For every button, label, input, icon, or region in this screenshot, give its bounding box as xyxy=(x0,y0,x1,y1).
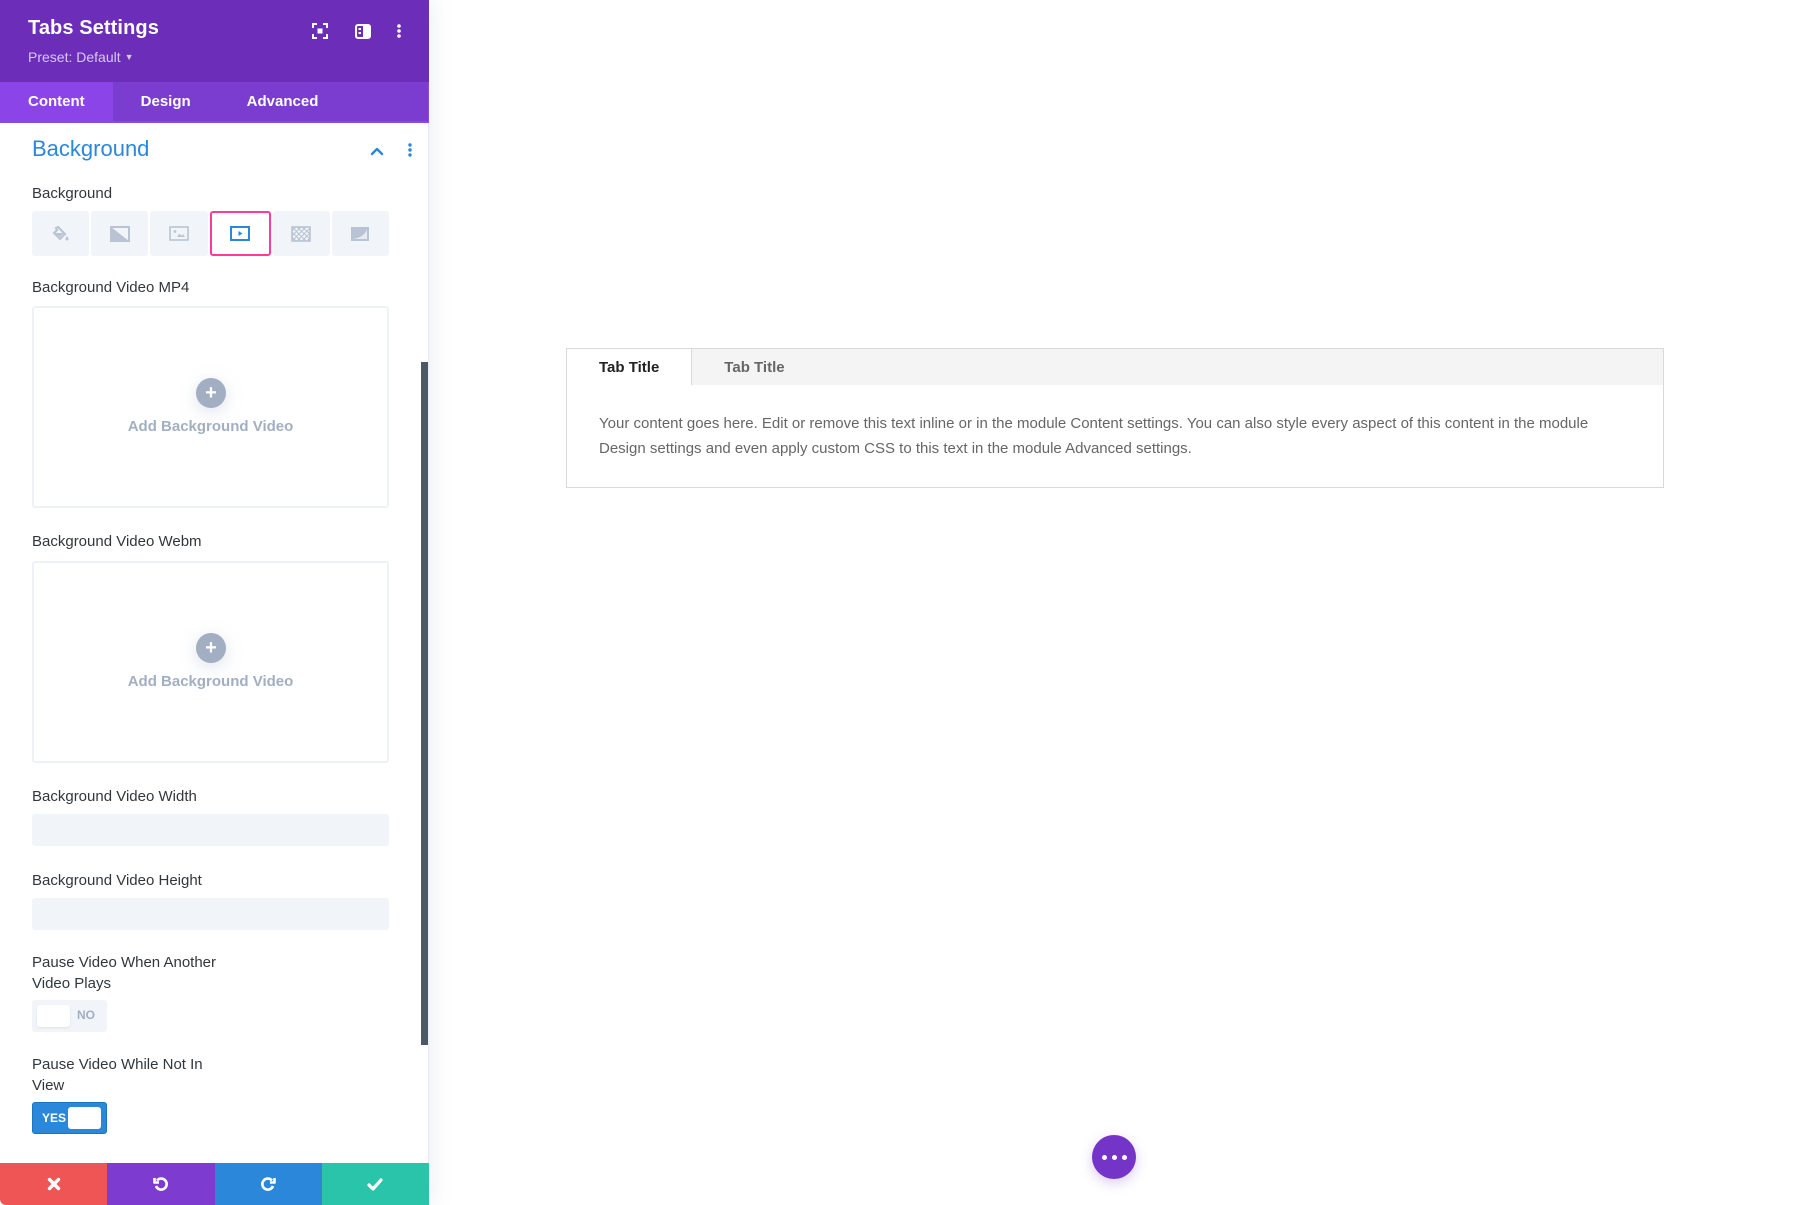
dot xyxy=(1121,1154,1127,1160)
pattern-icon xyxy=(291,225,312,242)
background-section-header[interactable]: Background xyxy=(32,136,412,166)
undo-button[interactable] xyxy=(107,1163,215,1205)
check-icon xyxy=(367,1177,383,1191)
undo-icon xyxy=(153,1177,168,1191)
pause-not-in-view-label-line2: View xyxy=(32,1077,65,1094)
bg-type-pattern[interactable] xyxy=(272,211,330,256)
image-icon xyxy=(169,226,189,241)
toggle-state: NO xyxy=(77,1008,95,1022)
bg-type-color[interactable] xyxy=(32,211,90,256)
video-icon xyxy=(230,226,251,241)
video-mp4-label: Background Video MP4 xyxy=(32,279,190,296)
paint-bucket-icon xyxy=(52,225,69,240)
toggle-state: YES xyxy=(42,1111,67,1125)
action-bar xyxy=(0,1163,429,1205)
tab-advanced[interactable]: Advanced xyxy=(219,82,347,121)
more-options-icon[interactable] xyxy=(388,20,410,42)
pause-other-label-line1: Pause Video When Another xyxy=(32,954,217,971)
add-video-mp4-label: Add Background Video xyxy=(127,418,294,435)
video-height-input[interactable] xyxy=(32,898,389,930)
save-button[interactable] xyxy=(321,1163,429,1205)
video-webm-label: Background Video Webm xyxy=(32,533,202,550)
video-webm-upload[interactable]: + Add Background Video xyxy=(32,561,389,763)
video-mp4-upload[interactable]: + Add Background Video xyxy=(32,306,389,508)
redo-icon xyxy=(261,1177,276,1191)
panel-header: Tabs Settings Preset: Default ▼ xyxy=(0,0,429,82)
settings-panel: Tabs Settings Preset: Default ▼ Content … xyxy=(0,0,429,1205)
chevron-up-icon[interactable] xyxy=(370,143,384,161)
section-more-icon[interactable] xyxy=(408,143,412,162)
preset-label: Preset: Default xyxy=(28,49,121,65)
close-icon xyxy=(47,1177,60,1191)
pause-other-toggle[interactable]: NO xyxy=(32,1000,107,1032)
discard-button[interactable] xyxy=(0,1163,108,1205)
preset-dropdown[interactable]: Preset: Default ▼ xyxy=(28,49,134,65)
toggle-knob xyxy=(37,1005,70,1027)
pause-other-label-line2: Video Plays xyxy=(32,975,111,992)
panel-tabs: Content Design Advanced xyxy=(0,82,429,123)
plus-icon: + xyxy=(196,378,226,408)
dot xyxy=(1111,1154,1117,1160)
background-label: Background xyxy=(32,185,113,202)
video-height-label: Background Video Height xyxy=(32,872,202,889)
video-width-input[interactable] xyxy=(32,814,389,846)
bg-type-mask[interactable] xyxy=(331,211,390,256)
dot xyxy=(1101,1154,1107,1160)
panel-title: Tabs Settings xyxy=(28,17,159,39)
tab-design[interactable]: Design xyxy=(113,82,219,121)
gradient-icon xyxy=(109,225,130,242)
video-width-label: Background Video Width xyxy=(32,788,197,805)
pause-not-in-view-toggle[interactable]: YES xyxy=(32,1102,107,1134)
caret-down-icon: ▼ xyxy=(124,52,134,62)
module-tab-1[interactable]: Tab Title xyxy=(567,349,693,385)
module-tab-content[interactable]: Your content goes here. Edit or remove t… xyxy=(567,385,1663,461)
tab-content[interactable]: Content xyxy=(0,82,113,121)
focus-mode-icon[interactable] xyxy=(309,20,331,42)
section-title: Background xyxy=(32,136,150,161)
add-video-webm-label: Add Background Video xyxy=(127,673,294,690)
tabs-module[interactable]: Tab Title Tab Title Your content goes he… xyxy=(566,348,1664,488)
panel-scrollbar[interactable] xyxy=(421,362,428,1045)
module-tab-2[interactable]: Tab Title xyxy=(692,349,816,385)
toggle-knob xyxy=(68,1107,101,1129)
bg-type-gradient[interactable] xyxy=(91,211,149,256)
module-tabs-bar: Tab Title Tab Title xyxy=(567,349,1663,385)
bg-type-image[interactable] xyxy=(150,211,208,256)
bg-type-video[interactable] xyxy=(209,211,271,256)
page-settings-button[interactable] xyxy=(1092,1135,1136,1179)
pause-not-in-view-label-line1: Pause Video While Not In xyxy=(32,1056,203,1073)
redo-button[interactable] xyxy=(214,1163,322,1205)
mask-icon xyxy=(351,226,370,241)
plus-icon: + xyxy=(196,633,226,663)
background-type-selector xyxy=(32,211,390,256)
split-view-icon[interactable] xyxy=(352,20,374,42)
